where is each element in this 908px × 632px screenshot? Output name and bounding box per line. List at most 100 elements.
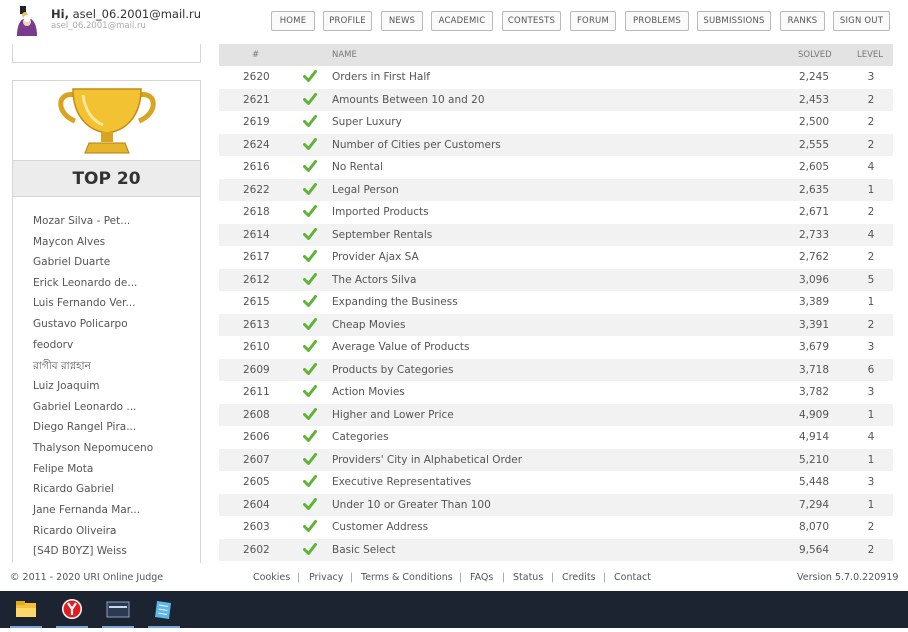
problem-name[interactable]: Under 10 or Greater Than 100 bbox=[332, 499, 491, 511]
table-row[interactable]: 2609 Products by Categories 3,718 6 bbox=[219, 358, 893, 381]
table-row[interactable]: 2605 Executive Representatives 5,448 3 bbox=[219, 471, 893, 494]
problem-id[interactable]: 2607 bbox=[243, 454, 270, 466]
column-header-level[interactable]: LEVEL bbox=[857, 50, 883, 60]
problem-name[interactable]: No Rental bbox=[332, 161, 383, 173]
nav-problems[interactable]: PROBLEMS bbox=[625, 11, 689, 31]
problem-id[interactable]: 2621 bbox=[243, 94, 270, 106]
problem-name[interactable]: Products by Categories bbox=[332, 364, 454, 376]
top-user-item[interactable]: Jane Fernanda Mar... bbox=[33, 504, 140, 516]
nav-profile[interactable]: PROFILE bbox=[323, 11, 372, 31]
notepad-icon[interactable] bbox=[144, 591, 184, 628]
table-row[interactable]: 2620 Orders in First Half 2,245 3 bbox=[219, 66, 893, 89]
top-user-item[interactable]: Diego Rangel Pira... bbox=[33, 421, 136, 433]
problem-id[interactable]: 2603 bbox=[243, 521, 270, 533]
table-row[interactable]: 2612 The Actors Silva 3,096 5 bbox=[219, 268, 893, 291]
top-user-item[interactable]: Ricardo Gabriel bbox=[33, 483, 114, 495]
table-row[interactable]: 2614 September Rentals 2,733 4 bbox=[219, 223, 893, 246]
problem-id[interactable]: 2622 bbox=[243, 184, 270, 196]
table-row[interactable]: 2604 Under 10 or Greater Than 100 7,294 1 bbox=[219, 493, 893, 516]
footer-link-faqs[interactable]: FAQs bbox=[470, 572, 493, 583]
problem-id[interactable]: 2624 bbox=[243, 139, 270, 151]
column-header-name[interactable]: NAME bbox=[332, 50, 357, 60]
user-avatar-icon[interactable] bbox=[14, 6, 40, 36]
problem-name[interactable]: Legal Person bbox=[332, 184, 399, 196]
top-user-item[interactable]: feodorv bbox=[33, 339, 73, 351]
problem-id[interactable]: 2610 bbox=[243, 341, 270, 353]
problem-name[interactable]: Amounts Between 10 and 20 bbox=[332, 94, 485, 106]
problem-name[interactable]: Super Luxury bbox=[332, 116, 402, 128]
top-user-item[interactable]: Ricardo Oliveira bbox=[33, 525, 116, 537]
top-user-item[interactable]: Erick Leonardo de... bbox=[33, 277, 137, 289]
top-user-item[interactable]: Gabriel Leonardo ... bbox=[33, 401, 136, 413]
table-row[interactable]: 2624 Number of Cities per Customers 2,555 2 bbox=[219, 133, 893, 156]
table-row[interactable]: 2619 Super Luxury 2,500 2 bbox=[219, 111, 893, 134]
table-row[interactable]: 2617 Provider Ajax SA 2,762 2 bbox=[219, 246, 893, 269]
table-row[interactable]: 2613 Cheap Movies 3,391 2 bbox=[219, 313, 893, 336]
problem-id[interactable]: 2602 bbox=[243, 544, 270, 556]
top-user-item[interactable]: Luis Fernando Ver... bbox=[33, 297, 135, 309]
problem-name[interactable]: Average Value of Products bbox=[332, 341, 469, 353]
app-window-icon[interactable] bbox=[98, 591, 138, 628]
nav-signout[interactable]: SIGN OUT bbox=[833, 11, 890, 31]
footer-link-privacy[interactable]: Privacy bbox=[309, 572, 343, 583]
top-user-item[interactable]: Mozar Silva - Pet... bbox=[33, 215, 130, 227]
problem-id[interactable]: 2619 bbox=[243, 116, 270, 128]
problem-name[interactable]: Customer Address bbox=[332, 521, 428, 533]
table-row[interactable]: 2621 Amounts Between 10 and 20 2,453 2 bbox=[219, 88, 893, 111]
problem-id[interactable]: 2612 bbox=[243, 274, 270, 286]
problem-name[interactable]: Orders in First Half bbox=[332, 71, 430, 83]
footer-link-contact[interactable]: Contact bbox=[614, 572, 651, 583]
file-explorer-icon[interactable] bbox=[6, 591, 46, 628]
nav-forum[interactable]: FORUM bbox=[570, 11, 616, 31]
top-user-item[interactable]: [S4D B0YZ] Weiss bbox=[33, 545, 127, 557]
problem-name[interactable]: Higher and Lower Price bbox=[332, 409, 454, 421]
top-user-item[interactable]: Felipe Mota bbox=[33, 463, 93, 475]
problem-id[interactable]: 2609 bbox=[243, 364, 270, 376]
problem-name[interactable]: Number of Cities per Customers bbox=[332, 139, 501, 151]
top-user-item[interactable]: Thalyson Nepomuceno bbox=[33, 442, 153, 454]
problem-name[interactable]: Categories bbox=[332, 431, 389, 443]
yandex-browser-icon[interactable] bbox=[52, 591, 92, 628]
footer-link-status[interactable]: Status bbox=[513, 572, 543, 583]
problem-id[interactable]: 2604 bbox=[243, 499, 270, 511]
table-row[interactable]: 2606 Categories 4,914 4 bbox=[219, 426, 893, 449]
problem-name[interactable]: Cheap Movies bbox=[332, 319, 405, 331]
table-row[interactable]: 2602 Basic Select 9,564 2 bbox=[219, 538, 893, 561]
problem-name[interactable]: Providers' City in Alphabetical Order bbox=[332, 454, 522, 466]
column-header-id[interactable]: # bbox=[252, 50, 259, 60]
nav-news[interactable]: NEWS bbox=[381, 11, 423, 31]
top-user-item[interactable]: Gabriel Duarte bbox=[33, 256, 110, 268]
footer-link-cookies[interactable]: Cookies bbox=[253, 572, 290, 583]
problem-id[interactable]: 2615 bbox=[243, 296, 270, 308]
nav-academic[interactable]: ACADEMIC bbox=[431, 11, 493, 31]
problem-name[interactable]: The Actors Silva bbox=[332, 274, 416, 286]
problem-id[interactable]: 2605 bbox=[243, 476, 270, 488]
problem-id[interactable]: 2606 bbox=[243, 431, 270, 443]
table-row[interactable]: 2622 Legal Person 2,635 1 bbox=[219, 178, 893, 201]
problem-id[interactable]: 2616 bbox=[243, 161, 270, 173]
table-row[interactable]: 2610 Average Value of Products 3,679 3 bbox=[219, 336, 893, 359]
table-row[interactable]: 2607 Providers' City in Alphabetical Orde… bbox=[219, 448, 893, 471]
table-row[interactable]: 2603 Customer Address 8,070 2 bbox=[219, 516, 893, 539]
problem-id[interactable]: 2613 bbox=[243, 319, 270, 331]
table-row[interactable]: 2615 Expanding the Business 3,389 1 bbox=[219, 291, 893, 314]
column-header-solved[interactable]: SOLVED bbox=[798, 50, 832, 60]
top-user-item[interactable]: রাগীব রাগ্নহান bbox=[33, 359, 91, 376]
table-row[interactable]: 2616 No Rental 2,605 4 bbox=[219, 156, 893, 179]
problem-name[interactable]: Action Movies bbox=[332, 386, 405, 398]
top-user-item[interactable]: Maycon Alves bbox=[33, 236, 105, 248]
top-user-item[interactable]: Gustavo Policarpo bbox=[33, 318, 128, 330]
problem-name[interactable]: Expanding the Business bbox=[332, 296, 458, 308]
table-row[interactable]: 2618 Imported Products 2,671 2 bbox=[219, 201, 893, 224]
nav-contests[interactable]: CONTESTS bbox=[502, 11, 561, 31]
problem-id[interactable]: 2620 bbox=[243, 71, 270, 83]
problem-id[interactable]: 2611 bbox=[243, 386, 270, 398]
nav-ranks[interactable]: RANKS bbox=[780, 11, 825, 31]
problem-id[interactable]: 2618 bbox=[243, 206, 270, 218]
problem-name[interactable]: Provider Ajax SA bbox=[332, 251, 419, 263]
problem-name[interactable]: September Rentals bbox=[332, 229, 432, 241]
nav-submissions[interactable]: SUBMISSIONS bbox=[697, 11, 771, 31]
footer-link-terms[interactable]: Terms & Conditions bbox=[361, 572, 453, 583]
nav-home[interactable]: HOME bbox=[271, 11, 315, 31]
table-row[interactable]: 2608 Higher and Lower Price 4,909 1 bbox=[219, 403, 893, 426]
